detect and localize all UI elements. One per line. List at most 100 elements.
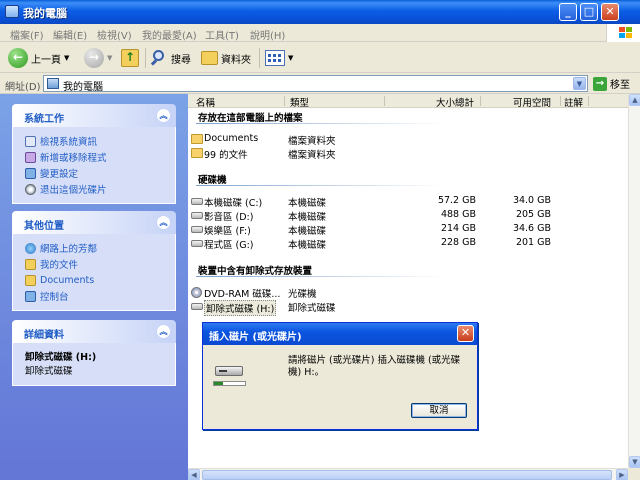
cancel-button[interactable]: 取消: [411, 403, 467, 418]
list-item[interactable]: 本機磁碟 (C:) 本機磁碟 57.2 GB 34.0 GB: [188, 195, 628, 209]
go-arrow-icon: →: [593, 76, 607, 91]
item-type: 光碟機: [288, 289, 317, 300]
panel-title: 系統工作: [24, 114, 64, 125]
network-places-link[interactable]: 網路上的芳鄰: [25, 240, 165, 256]
folders-button[interactable]: 資料夾: [201, 46, 251, 70]
search-button[interactable]: 搜尋: [150, 46, 191, 70]
forward-dropdown-icon[interactable]: ▼: [107, 54, 112, 62]
list-item[interactable]: 99 的文件 檔案資料夾: [188, 147, 628, 161]
column-comment[interactable]: 註解: [564, 95, 583, 109]
menu-file[interactable]: 檔案(F): [10, 27, 44, 42]
minimize-button[interactable]: _: [559, 3, 577, 21]
horizontal-scroll-thumb[interactable]: [202, 470, 612, 480]
scroll-down-icon[interactable]: ▼: [629, 456, 640, 468]
my-documents-link[interactable]: 我的文件: [25, 256, 165, 272]
column-type[interactable]: 類型: [290, 95, 309, 109]
list-item[interactable]: 影音區 (D:) 本機磁碟 488 GB 205 GB: [188, 209, 628, 223]
dialog-close-button[interactable]: ✕: [457, 325, 474, 342]
address-value: 我的電腦: [63, 82, 103, 93]
up-folder-button[interactable]: ↑: [121, 46, 139, 70]
link-label: 控制台: [40, 292, 69, 303]
dialog-message: 請將磁片 (或光碟片) 插入磁碟機 (或光碟機) H:。: [288, 355, 461, 378]
folders-icon: [201, 51, 218, 65]
folder-icon: [25, 274, 36, 286]
change-settings-link[interactable]: 變更設定: [25, 165, 165, 181]
details-panel: 詳細資料 ︽ 卸除式磁碟 (H:) 卸除式磁碟: [12, 320, 176, 386]
windows-logo-icon: [606, 24, 640, 42]
link-label: Documents: [40, 274, 95, 286]
menu-help[interactable]: 說明(H): [250, 27, 285, 42]
item-type: 本機磁碟: [288, 212, 327, 223]
views-icon: [265, 50, 285, 66]
scroll-up-icon[interactable]: ▲: [629, 94, 640, 106]
views-dropdown-icon[interactable]: ▼: [288, 54, 293, 62]
collapse-chevron-icon[interactable]: ︽: [156, 108, 171, 123]
dialog-title-bar: 插入磁片 (或光碟片) ✕: [203, 323, 477, 345]
group-header-hard-disks: 硬碟機: [198, 175, 227, 186]
menu-edit[interactable]: 編輯(E): [53, 27, 87, 42]
documents-link[interactable]: Documents: [25, 272, 165, 288]
menu-view[interactable]: 檢視(V): [97, 27, 132, 42]
collapse-chevron-icon[interactable]: ︽: [156, 215, 171, 230]
item-total-size: 57.2 GB: [437, 195, 476, 206]
column-name[interactable]: 名稱: [196, 95, 215, 109]
item-name: 程式區 (G:): [204, 240, 254, 251]
insert-disk-dialog: 插入磁片 (或光碟片) ✕ 請將磁片 (或光碟片) 插入磁碟機 (或光碟機) H…: [202, 322, 478, 430]
add-remove-programs-link[interactable]: 新增或移除程式: [25, 149, 165, 165]
menu-tools[interactable]: 工具(T): [205, 27, 239, 42]
group-header-removable: 裝置中含有卸除式存放裝置: [198, 266, 313, 277]
address-label: 網址(D): [5, 82, 41, 93]
forward-button[interactable]: → ▼: [84, 46, 112, 70]
system-tasks-header[interactable]: 系統工作 ︽: [12, 104, 176, 127]
scroll-right-icon[interactable]: ▶: [616, 469, 628, 480]
go-button[interactable]: → 移至: [593, 76, 630, 91]
details-header[interactable]: 詳細資料 ︽: [12, 320, 176, 343]
control-panel-icon: [25, 167, 36, 179]
column-free-space[interactable]: 可用空間: [513, 95, 551, 109]
list-item[interactable]: Documents 檔案資料夾: [188, 133, 628, 147]
title-bar: 我的電腦 _ □ ✕: [0, 0, 640, 24]
back-label: 上一頁: [31, 54, 61, 66]
list-item[interactable]: 程式區 (G:) 本機磁碟 228 GB 201 GB: [188, 237, 628, 251]
item-type: 本機磁碟: [288, 226, 327, 237]
address-bar: 網址(D) 我的電腦 ▼ → 移至: [0, 73, 640, 94]
address-input[interactable]: 我的電腦 ▼: [43, 75, 588, 93]
address-dropdown-icon[interactable]: ▼: [573, 77, 586, 90]
horizontal-scrollbar[interactable]: ◀ ▶: [188, 468, 628, 480]
link-label: 新增或移除程式: [40, 153, 107, 164]
link-label: 變更設定: [40, 169, 79, 180]
scroll-left-icon[interactable]: ◀: [188, 469, 200, 480]
item-total-size: 228 GB: [440, 237, 476, 248]
vertical-scrollbar[interactable]: ▲ ▼: [628, 94, 640, 468]
close-button[interactable]: ✕: [601, 3, 619, 21]
control-panel-link[interactable]: 控制台: [25, 288, 165, 304]
details-name: 卸除式磁碟 (H:): [25, 352, 97, 363]
list-item[interactable]: 娛樂區 (F:) 本機磁碟 214 GB 34.6 GB: [188, 223, 628, 237]
list-item[interactable]: 卸除式磁碟 (H:) 卸除式磁碟: [188, 300, 628, 316]
eject-disc-icon: [25, 183, 36, 195]
item-type: 卸除式磁碟: [288, 303, 336, 314]
item-name: 娛樂區 (F:): [204, 226, 251, 237]
item-name: Documents: [204, 133, 259, 144]
other-places-header[interactable]: 其他位置 ︽: [12, 211, 176, 234]
list-item[interactable]: DVD-RAM 磁碟... 光碟機: [188, 286, 628, 300]
link-label: 我的文件: [40, 260, 79, 271]
menu-bar: 檔案(F) 編輯(E) 檢視(V) 我的最愛(A) 工具(T) 說明(H): [0, 24, 640, 42]
collapse-chevron-icon[interactable]: ︽: [156, 324, 171, 339]
search-label: 搜尋: [171, 54, 191, 66]
menu-favorites[interactable]: 我的最愛(A): [142, 27, 197, 42]
insert-disk-progress-icon: [213, 381, 246, 386]
system-tasks-panel: 系統工作 ︽ 檢視系統資訊 新增或移除程式 變更設定 退出這個光碟片: [12, 104, 176, 204]
dvd-drive-icon: [191, 287, 202, 298]
column-total-size[interactable]: 大小總計: [436, 95, 474, 109]
back-dropdown-icon[interactable]: ▼: [64, 54, 69, 62]
eject-disc-link[interactable]: 退出這個光碟片: [25, 181, 165, 197]
views-button[interactable]: ▼: [265, 46, 293, 70]
maximize-button[interactable]: □: [580, 3, 598, 21]
view-system-info-link[interactable]: 檢視系統資訊: [25, 133, 165, 149]
my-computer-icon: [5, 5, 19, 18]
item-total-size: 214 GB: [440, 223, 476, 234]
item-name: DVD-RAM 磁碟...: [204, 289, 281, 300]
back-button[interactable]: ← 上一頁 ▼: [8, 46, 69, 70]
panel-title: 詳細資料: [24, 330, 64, 341]
